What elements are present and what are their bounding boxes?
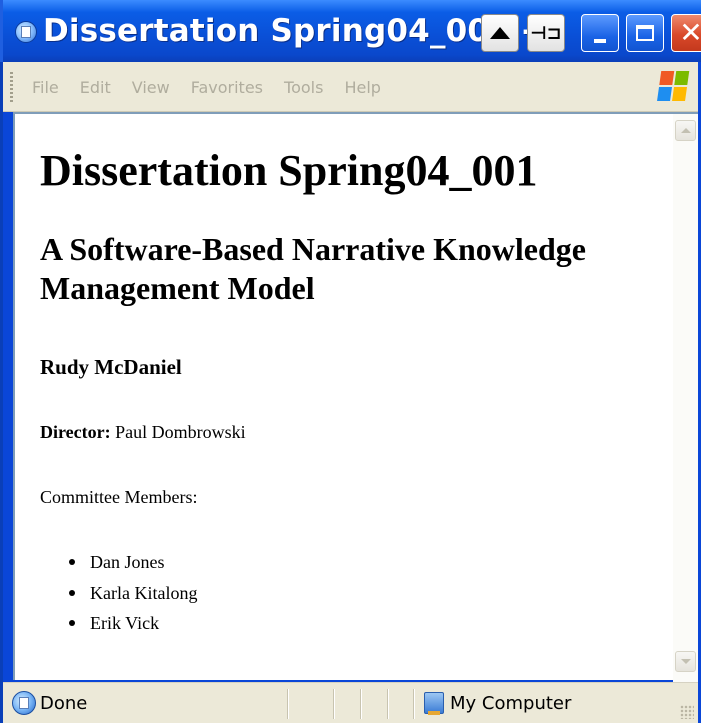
maximize-icon xyxy=(636,25,654,41)
status-divider xyxy=(287,689,289,719)
close-button[interactable]: ✕ xyxy=(671,14,701,52)
chevron-up-icon xyxy=(680,128,691,133)
director-label: Director: xyxy=(40,422,111,442)
window-title: Dissertation Spring04_001 - xyxy=(43,13,536,49)
page-content: Dissertation Spring04_001 A Software-Bas… xyxy=(13,112,673,680)
director-name: Paul Dombrowski xyxy=(115,422,246,442)
status-bar: Done My Computer xyxy=(3,682,698,723)
menu-file[interactable]: File xyxy=(32,78,59,97)
menu-edit[interactable]: Edit xyxy=(80,78,111,97)
vertical-scrollbar[interactable] xyxy=(673,112,698,682)
window-border xyxy=(0,62,3,723)
director-line: Director: Paul Dombrowski xyxy=(40,420,246,444)
ie-page-icon[interactable] xyxy=(15,21,37,43)
minimize-button[interactable] xyxy=(581,14,619,52)
menu-view[interactable]: View xyxy=(132,78,170,97)
toolbar-grip-icon[interactable] xyxy=(10,72,13,102)
up-arrow-button[interactable] xyxy=(481,14,519,52)
status-divider xyxy=(360,689,362,719)
menu-favorites[interactable]: Favorites xyxy=(191,78,263,97)
scroll-up-button[interactable] xyxy=(675,120,696,141)
status-divider xyxy=(413,689,415,719)
my-computer-icon xyxy=(424,692,444,715)
list-item: Erik Vick xyxy=(40,608,197,639)
list-item: Dan Jones xyxy=(40,547,197,578)
page-subtitle: A Software-Based Narrative Knowledge Man… xyxy=(40,231,586,306)
page-title: Dissertation Spring04_001 xyxy=(40,146,538,195)
menu-help[interactable]: Help xyxy=(344,78,380,97)
status-text: Done xyxy=(40,693,88,714)
author-name: Rudy McDaniel xyxy=(40,355,182,379)
scroll-down-button[interactable] xyxy=(675,651,696,672)
chevron-down-icon xyxy=(680,659,691,664)
resize-grip-icon[interactable] xyxy=(680,705,694,719)
menu-tools[interactable]: Tools xyxy=(284,78,323,97)
close-icon: ✕ xyxy=(679,16,701,49)
browser-window: Dissertation Spring04_001 - ⊣⊐ ✕ File Ed… xyxy=(0,0,701,723)
committee-list: Dan Jones Karla Kitalong Erik Vick xyxy=(40,547,197,639)
windows-flag-logo-icon xyxy=(657,71,691,103)
status-divider xyxy=(333,689,335,719)
menu-bar: File Edit View Favorites Tools Help xyxy=(3,62,698,112)
committee-label: Committee Members: xyxy=(40,487,198,507)
list-item: Karla Kitalong xyxy=(40,578,197,609)
title-bar[interactable]: Dissertation Spring04_001 - ⊣⊐ ✕ xyxy=(0,0,701,62)
pin-button[interactable]: ⊣⊐ xyxy=(527,14,565,52)
minimize-icon xyxy=(594,39,606,43)
pin-icon: ⊣⊐ xyxy=(530,22,562,44)
security-zone-label: My Computer xyxy=(450,693,572,714)
status-divider xyxy=(387,689,389,719)
triangle-up-icon xyxy=(490,27,510,39)
maximize-button[interactable] xyxy=(626,14,664,52)
ie-page-status-icon xyxy=(12,691,36,715)
